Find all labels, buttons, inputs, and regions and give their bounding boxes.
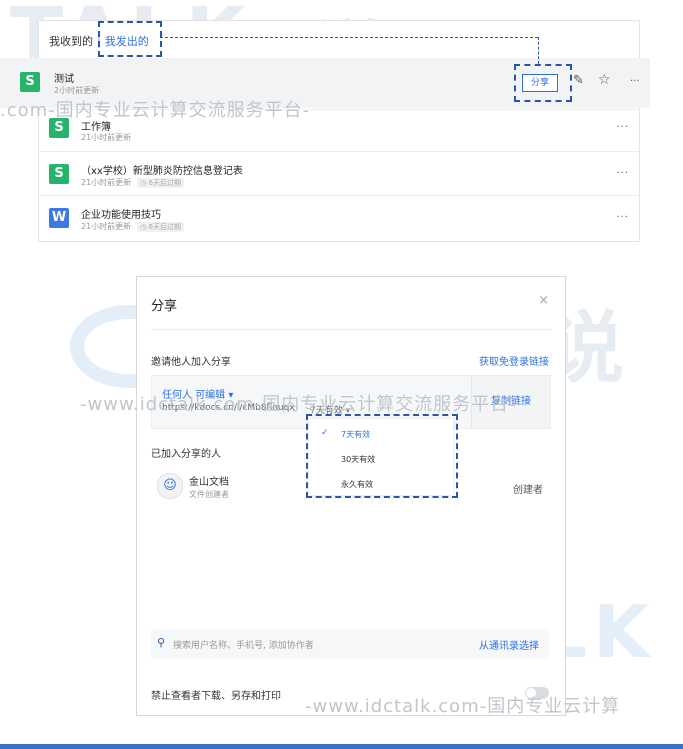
member-role: 创建者 — [513, 485, 543, 496]
pencil-icon[interactable]: ✎ — [573, 73, 584, 88]
doc-meta: 21小时前更新 ◷ 6天后过期 — [81, 177, 184, 188]
sheet-icon: S — [49, 118, 69, 138]
doc-title: （xx学校）新型肺炎防控信息登记表 — [81, 166, 243, 177]
expire-badge: ◷ 6天后过期 — [137, 222, 184, 232]
close-icon[interactable]: × — [538, 293, 549, 308]
avatar: ☺ — [157, 473, 183, 499]
list-item[interactable]: W 企业功能使用技巧 21小时前更新 ◷ 6天后过期 ··· — [39, 195, 639, 242]
tab-received[interactable]: 我收到的 — [49, 35, 93, 48]
star-icon[interactable]: ☆ — [598, 72, 611, 88]
word-icon: W — [49, 208, 69, 228]
expire-badge: ◷ 6天后过期 — [137, 178, 184, 188]
doc-meta: 2小时前更新 — [54, 86, 100, 95]
dialog-title: 分享 — [151, 299, 178, 314]
more-icon[interactable]: ··· — [616, 212, 629, 223]
annotation-box-validity — [306, 414, 458, 498]
more-icon[interactable]: ··· — [616, 168, 629, 179]
bottom-bar — [0, 744, 683, 749]
sheet-icon: S — [20, 72, 40, 92]
chevron-down-icon: ▾ — [228, 390, 234, 401]
member-subtitle: 文件创建者 — [189, 490, 229, 499]
list-item[interactable]: S （xx学校）新型肺炎防控信息登记表 21小时前更新 ◷ 6天后过期 ··· — [39, 151, 639, 198]
doc-title: 工作簿 — [81, 122, 111, 133]
search-input[interactable]: 搜索用户名称、手机号, 添加协作者 — [173, 638, 314, 651]
doc-title: 测试 — [54, 74, 74, 85]
joined-label: 已加入分享的人 — [151, 449, 221, 460]
permission-select[interactable]: 任何人 可编辑 ▾ — [162, 386, 233, 401]
share-url: https://kdocs.cn/l/cMb8Rouqx — [162, 403, 295, 413]
annotation-connector-vertical — [538, 37, 539, 64]
doc-title: 企业功能使用技巧 — [81, 210, 161, 221]
divider — [151, 329, 551, 330]
member-name: 金山文档 — [189, 477, 229, 488]
login-free-link[interactable]: 获取免登录链接 — [479, 353, 549, 368]
annotation-box-sent-tab — [98, 21, 162, 57]
copy-link-button[interactable]: 复制链接 — [471, 376, 550, 428]
forbid-download-toggle[interactable] — [525, 687, 549, 699]
sheet-icon: S — [49, 164, 69, 184]
doc-meta: 21小时前更新 — [81, 133, 132, 142]
annotation-connector-horizontal — [160, 37, 538, 38]
more-icon[interactable]: ··· — [630, 76, 640, 87]
forbid-download-label: 禁止查看者下载、另存和打印 — [151, 691, 281, 702]
doc-meta: 21小时前更新 ◷ 6天后过期 — [81, 221, 184, 232]
annotation-box-share — [514, 64, 572, 102]
search-icon: ⚲ — [157, 636, 166, 649]
toggle-knob — [526, 688, 536, 698]
search-box[interactable]: ⚲ 搜索用户名称、手机号, 添加协作者 从通讯录选择 — [151, 629, 549, 659]
list-item[interactable]: S 工作簿 21小时前更新 ··· — [39, 109, 639, 156]
invite-label: 邀请他人加入分享 — [151, 357, 231, 368]
more-icon[interactable]: ··· — [616, 122, 629, 133]
contacts-link[interactable]: 从通讯录选择 — [479, 637, 539, 652]
